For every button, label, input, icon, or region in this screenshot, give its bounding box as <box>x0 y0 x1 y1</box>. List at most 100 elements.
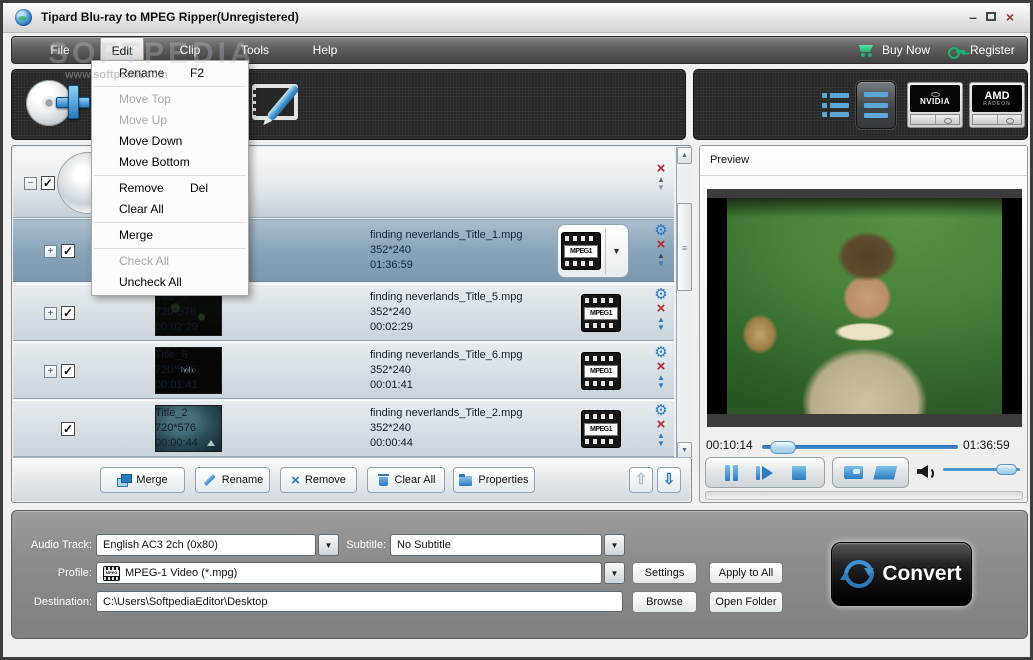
minimize-button[interactable]: – <box>965 9 981 25</box>
move-title-down-button[interactable]: ⇩ <box>657 467 681 493</box>
menu-item-move-top: Move Top <box>119 92 171 106</box>
list-view-large-button[interactable] <box>856 81 896 129</box>
nvidia-cuda-toggle[interactable]: NVIDIA <box>907 82 963 128</box>
scroll-up-button[interactable]: ▲ <box>677 147 692 164</box>
row-expander[interactable]: + <box>44 245 57 258</box>
fullscreen-button[interactable] <box>873 465 898 480</box>
remove-row-icon[interactable]: × <box>652 359 670 374</box>
remove-row-icon[interactable]: × <box>652 417 670 432</box>
list-view-small-button[interactable] <box>822 93 849 117</box>
menu-item-check-all: Check All <box>119 254 170 268</box>
move-down-icon[interactable]: ▼ <box>652 440 670 448</box>
trash-icon <box>377 473 390 487</box>
destination-input[interactable] <box>96 591 623 612</box>
row-checkbox[interactable]: ✓ <box>61 364 75 378</box>
profile-dropdown-arrow[interactable]: ▼ <box>605 228 627 274</box>
title-row[interactable]: + ✓ Title_6 720*576 00:01:41 finding nev… <box>13 342 674 399</box>
amd-toggle[interactable]: AMD RADEON <box>969 82 1025 128</box>
menu-item-move-down[interactable]: Move Down <box>92 131 248 152</box>
menu-item-move-bottom[interactable]: Move Bottom <box>92 152 248 173</box>
menu-help[interactable]: Help <box>304 37 346 63</box>
audio-track-dropdown-arrow[interactable]: ▼ <box>318 534 339 556</box>
move-down-icon[interactable]: ▼ <box>652 184 670 192</box>
source-resolution: 720*576 <box>155 364 196 376</box>
menu-item-clear-all[interactable]: Clear All <box>92 199 248 220</box>
pause-button[interactable] <box>724 464 738 481</box>
edit-menu-dropdown: Rename F2 Move Top Move Up Move Down Move… <box>91 60 249 296</box>
source-title: Title_2 <box>155 407 188 419</box>
remove-button[interactable]: × Remove <box>280 467 357 493</box>
remove-disc-icon[interactable]: × <box>652 161 670 176</box>
profile-format-icon: MPEG <box>103 565 120 581</box>
audio-track-select[interactable]: English AC3 2ch (0x80) <box>96 534 316 556</box>
output-filename: finding neverlands_Title_6.mpg <box>370 349 523 361</box>
row-checkbox[interactable]: ✓ <box>61 306 75 320</box>
source-duration: 00:02:29 <box>155 321 198 333</box>
apply-to-all-button[interactable]: Apply to All <box>709 562 783 584</box>
profile-dropdown-arrow[interactable]: ▼ <box>604 562 625 584</box>
snapshot-button[interactable] <box>843 466 863 479</box>
preview-panel: Preview 00:10:14 01:36:59 <box>699 145 1028 503</box>
title-row[interactable]: ✓ Title_2 720*576 00:00:44 finding never… <box>13 400 674 457</box>
remove-row-icon[interactable]: × <box>652 237 670 252</box>
stop-button[interactable] <box>791 465 806 480</box>
menu-item-uncheck-all[interactable]: Uncheck All <box>92 272 248 293</box>
edit-video-button[interactable] <box>240 70 320 139</box>
output-resolution: 352*240 <box>370 244 411 256</box>
list-action-bar: Merge Rename × Remove Clear All Properti… <box>13 457 690 501</box>
scrollbar-thumb[interactable]: ≡ <box>677 203 692 291</box>
disc-checkbox[interactable]: ✓ <box>41 176 55 190</box>
nvidia-logo: NVIDIA <box>919 96 951 106</box>
profile-select[interactable]: MPEG MPEG-1 Video (*.mpg) <box>96 562 602 584</box>
output-duration: 01:36:59 <box>370 259 413 271</box>
collapse-expander[interactable]: − <box>24 177 37 190</box>
row-expander[interactable]: + <box>44 307 57 320</box>
pencil-icon <box>202 473 217 487</box>
move-down-icon[interactable]: ▼ <box>652 260 670 268</box>
subtitle-dropdown-arrow[interactable]: ▼ <box>604 534 625 556</box>
move-down-icon[interactable]: ▼ <box>652 382 670 390</box>
menu-item-merge[interactable]: Merge <box>92 225 248 246</box>
row-checkbox[interactable]: ✓ <box>61 422 75 436</box>
output-resolution: 352*240 <box>370 422 411 434</box>
mpeg-format-icon: MPEG1 <box>581 410 621 448</box>
output-duration: 00:02:29 <box>370 321 413 333</box>
convert-button[interactable]: Convert <box>831 542 972 606</box>
playback-controls <box>705 457 825 488</box>
seek-slider[interactable] <box>762 440 958 454</box>
move-down-icon[interactable]: ▼ <box>652 324 670 332</box>
properties-button[interactable]: Properties <box>453 467 535 493</box>
move-title-up-button[interactable]: ⇧ <box>629 467 653 493</box>
speaker-icon[interactable] <box>917 464 934 480</box>
subtitle-select[interactable]: No Subtitle <box>390 534 602 556</box>
video-viewport[interactable] <box>707 189 1022 427</box>
buy-now-link[interactable]: Buy Now <box>882 37 930 63</box>
profile-selector[interactable]: MPEG1 ▼ <box>557 224 629 278</box>
menu-item-rename[interactable]: Rename F2 <box>92 63 248 84</box>
row-checkbox[interactable]: ✓ <box>61 244 75 258</box>
subtitle-label: Subtitle: <box>346 539 386 551</box>
source-resolution: 720*576 <box>155 422 196 434</box>
volume-slider[interactable] <box>943 463 1020 476</box>
menu-item-remove[interactable]: Remove Del <box>92 178 248 199</box>
settings-button[interactable]: Settings <box>632 562 697 584</box>
seek-thumb[interactable] <box>770 441 796 454</box>
volume-thumb[interactable] <box>996 464 1017 475</box>
play-step-button[interactable] <box>756 465 773 480</box>
output-duration: 00:00:44 <box>370 437 413 449</box>
menu-file[interactable]: File <box>40 37 80 63</box>
clear-all-button[interactable]: Clear All <box>367 467 445 493</box>
output-filename: finding neverlands_Title_5.mpg <box>370 291 523 303</box>
close-button[interactable]: × <box>1002 9 1018 25</box>
browse-button[interactable]: Browse <box>632 591 697 613</box>
menu-separator <box>94 248 246 249</box>
register-link[interactable]: Register <box>970 37 1015 63</box>
rename-button[interactable]: Rename <box>195 467 270 493</box>
merge-button[interactable]: Merge <box>100 467 185 493</box>
list-scrollbar[interactable]: ▲ ≡ ▼ <box>676 147 692 459</box>
mpeg-format-icon: MPEG1 <box>581 294 621 332</box>
row-expander[interactable]: + <box>44 365 57 378</box>
open-folder-button[interactable]: Open Folder <box>709 591 783 613</box>
remove-row-icon[interactable]: × <box>652 301 670 316</box>
maximize-button[interactable] <box>983 9 999 25</box>
